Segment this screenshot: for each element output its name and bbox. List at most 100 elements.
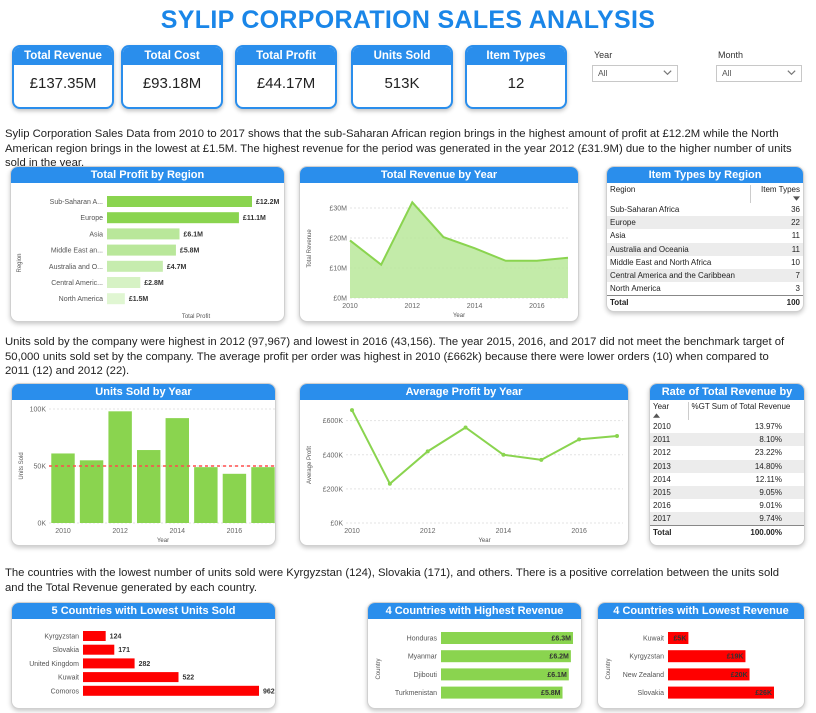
table-cell-value: 11: [750, 242, 803, 256]
highest-revenue-country-chart: Honduras £6.3M Myanmar £6.2M Djibouti £6.1M Tu…: [376, 632, 573, 699]
kpi-units-sold: Units Sold 513K: [351, 45, 453, 109]
y-tick-label: £200K: [323, 486, 344, 493]
kpi-value: £44.17M: [256, 75, 316, 92]
table-cell-label: 2013: [650, 459, 688, 473]
table-cell-value: 14.80%: [688, 459, 804, 473]
lowest-revenue-country-card: 4 Countries with Lowest Revenue Kuwait £5…: [597, 602, 805, 709]
year-filter-dropdown[interactable]: All: [592, 65, 678, 82]
data-label: £12.2M: [256, 199, 280, 206]
table-cell-label: Europe: [607, 216, 750, 230]
data-point: [387, 481, 392, 486]
data-label: £20K: [731, 672, 748, 679]
table-cell-label: Australia and Oceania: [607, 242, 750, 256]
column-header-percent[interactable]: %GT Sum of Total Revenue: [687, 402, 804, 420]
kpi-total-profit: Total Profit £44.17M: [235, 45, 337, 109]
table-cell-value: 10: [791, 257, 800, 267]
category-label: United Kingdom: [29, 661, 79, 668]
data-label: £6.2M: [549, 654, 569, 661]
column-header-region[interactable]: Region: [607, 185, 750, 203]
summary-paragraph-3: The countries with the lowest number of …: [5, 567, 780, 594]
card-title: Units Sold by Year: [12, 384, 275, 400]
data-label: £5.8M: [180, 248, 200, 255]
avg-profit-chart: £0K £200K £400K £600K 2010 2012 2014 2016 Year Av…: [307, 408, 623, 544]
x-axis-title: Year: [453, 313, 465, 319]
table-header-row: Region Item Types: [607, 185, 803, 203]
bar: [222, 473, 247, 523]
category-label: Australia and O...: [49, 264, 103, 271]
kpi-label: Total Profit: [237, 47, 335, 65]
card-title: Total Profit by Region: [11, 167, 284, 183]
kpi-value: 12: [507, 75, 525, 92]
column-header-year[interactable]: Year: [650, 402, 688, 420]
profit-by-region-card: Total Profit by Region Sub-Saharan A... £…: [10, 166, 285, 322]
lowest-units-country-card: 5 Countries with Lowest Units Sold Kyrgy…: [11, 602, 276, 709]
card-title: 4 Countries with Lowest Revenue: [598, 603, 804, 619]
bar: [83, 658, 135, 669]
table-row: 2014 12.11%: [650, 473, 804, 486]
bar: [107, 277, 141, 288]
x-axis-title: Year: [478, 538, 490, 544]
category-label: New Zealand: [623, 672, 664, 679]
table-row: North America 3: [607, 282, 803, 295]
table-cell-value: 11: [791, 231, 800, 241]
category-label: Comoros: [51, 688, 80, 695]
units-by-year-card: Units Sold by Year 0K 50K 100K 2010 2012 2014…: [11, 383, 276, 546]
category-label: Turkmenistan: [395, 690, 437, 697]
x-tick-label: 2016: [227, 528, 243, 535]
column-header-item-types[interactable]: Item Types: [749, 185, 803, 203]
kpi-label: Item Types: [467, 47, 565, 65]
table-cell-label: Asia: [610, 231, 626, 241]
x-tick-label: 2014: [467, 303, 483, 310]
table-cell-label: 2010: [653, 422, 671, 432]
bar: [107, 196, 252, 207]
table-cell-label: 2015: [650, 485, 688, 500]
kpi-label: Total Revenue: [14, 47, 112, 65]
lowest-revenue-country-chart: Kuwait £5K Kyrgyzstan £19K New Zealand £20K Sl…: [606, 632, 774, 699]
table-cell-value: 8.10%: [688, 433, 804, 447]
data-label: 282: [139, 661, 151, 668]
month-filter-label: Month: [718, 50, 744, 60]
sort-desc-icon: [793, 196, 800, 201]
table-cell-value: 9.74%: [688, 512, 804, 526]
table-cell-value: 9.01%: [759, 501, 782, 511]
data-label: £4.7M: [167, 264, 187, 271]
category-label: Europe: [80, 215, 103, 222]
table-cell-label: Middle East and North Africa: [610, 257, 712, 267]
data-label: 124: [110, 634, 122, 641]
revenue-by-year-card: Total Revenue by Year £0M £10M £20M £30M 201…: [299, 166, 579, 322]
bar: [107, 212, 239, 224]
rate-revenue-table-card: Rate of Total Revenue by Year Year %GT S…: [649, 383, 805, 546]
x-tick-label: 2016: [529, 303, 545, 310]
y-tick-label: £10M: [329, 266, 347, 273]
card-title: Rate of Total Revenue by Year: [650, 384, 804, 414]
kpi-value: 513K: [384, 75, 420, 92]
category-label: Myanmar: [408, 654, 438, 661]
data-label: 962: [263, 688, 275, 695]
x-tick-label: 2012: [420, 528, 436, 535]
bar: [107, 260, 163, 272]
table-row: Middle East and North Africa 10: [607, 256, 803, 269]
bar: [83, 631, 106, 641]
x-axis-title: Year: [157, 538, 169, 544]
bar: [83, 685, 259, 696]
y-tick-label: £600K: [323, 418, 344, 425]
card-title: 4 Countries with Highest Revenue: [368, 603, 581, 619]
y-axis-title: Country: [376, 658, 382, 679]
data-point: [463, 425, 468, 430]
bar: [108, 411, 132, 523]
area-fill: [350, 202, 568, 298]
y-axis-title: Country: [606, 658, 612, 679]
y-tick-label: 100K: [30, 407, 47, 414]
y-tick-label: £30M: [329, 206, 347, 213]
category-label: Central Americ...: [51, 280, 103, 287]
y-tick-label: £0M: [333, 296, 347, 303]
item-types-table-card: Item Types by Region Region Item Types S…: [606, 166, 804, 312]
avg-profit-card: Average Profit by Year £0K £200K £400K £600…: [299, 383, 629, 546]
data-point: [615, 434, 619, 438]
card-title: Total Revenue by Year: [300, 167, 578, 183]
bar: [194, 467, 218, 523]
sort-asc-icon: [653, 413, 660, 418]
total-label: Total: [650, 524, 688, 539]
kpi-item-types: Item Types 12: [465, 45, 567, 109]
month-filter-dropdown[interactable]: All: [716, 65, 802, 82]
